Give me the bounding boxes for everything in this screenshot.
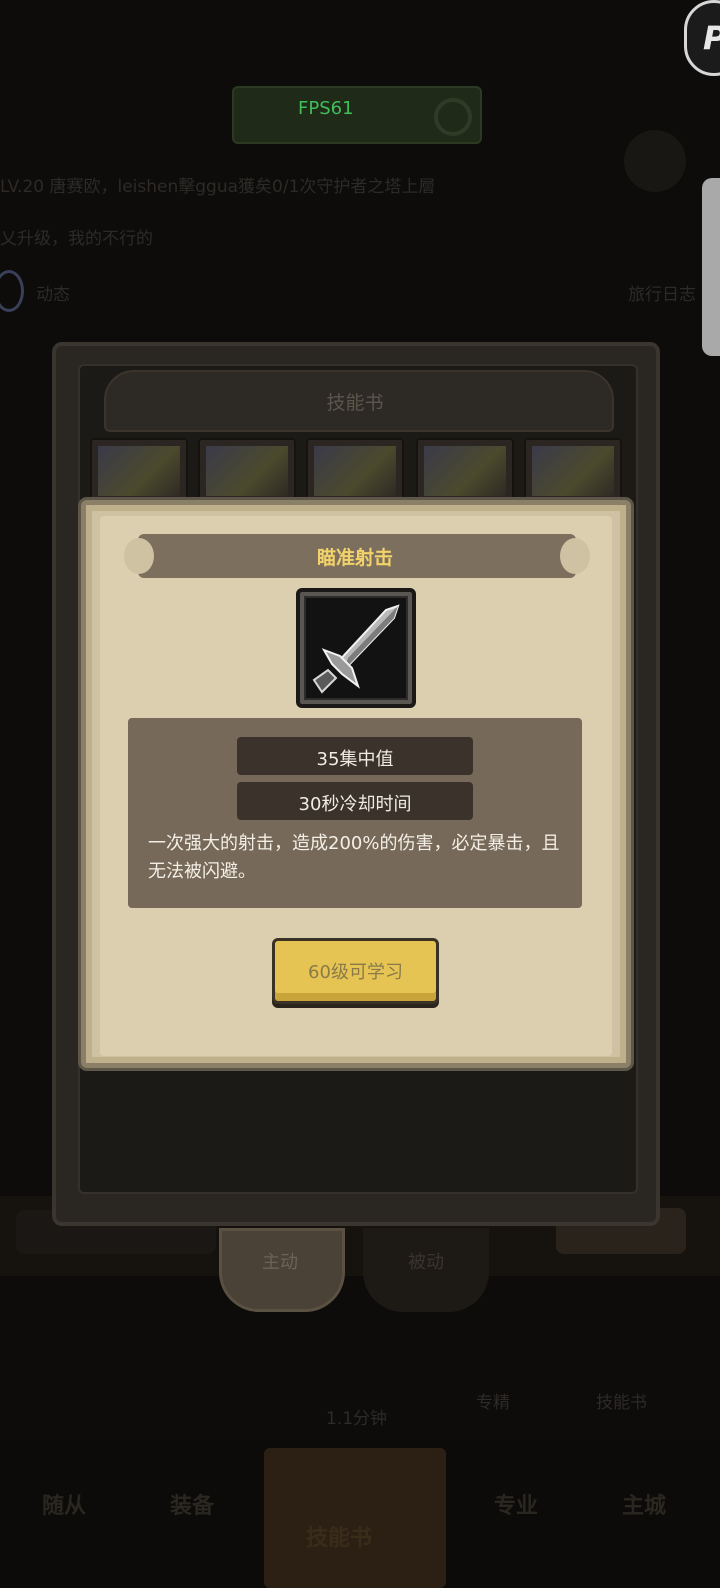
- cooldown-time: 30秒冷却时间: [298, 794, 412, 815]
- tab-passive-label: 被动: [408, 1252, 444, 1273]
- timer-label: 1.1分钟: [326, 1409, 388, 1429]
- travel-log-label: 旅行日志: [628, 285, 696, 305]
- skill-slot[interactable]: [306, 438, 404, 504]
- nav-equipment[interactable]: 装备: [170, 1488, 214, 1520]
- skill-book-shortcut-label: 技能书: [596, 1393, 647, 1413]
- edge-side-tab[interactable]: [702, 178, 720, 356]
- skill-slot[interactable]: [416, 438, 514, 504]
- chat-line-1: LV.20 唐赛欧，leishen擊ggua獲矣0/1次守护者之塔上層: [0, 177, 436, 197]
- nav-followers[interactable]: 随从: [42, 1488, 86, 1520]
- skill-slot[interactable]: [198, 438, 296, 504]
- nav-profession[interactable]: 专业: [494, 1488, 538, 1520]
- gear-icon: [624, 130, 686, 192]
- skill-slot[interactable]: [90, 438, 188, 504]
- specialization-label: 专精: [476, 1393, 510, 1413]
- skill-book-title: 技能书: [326, 392, 384, 414]
- dynamic-label: 动态: [36, 285, 70, 305]
- skill-slot[interactable]: [524, 438, 622, 504]
- chat-line-2: 乂升级，我的不行的: [0, 229, 153, 249]
- fps-counter: FPS61: [298, 98, 354, 119]
- nav-main-city[interactable]: 主城: [622, 1488, 666, 1520]
- nav-center-highlight: [264, 1448, 446, 1588]
- focus-cost: 35集中值: [316, 749, 394, 770]
- nav-skill-book[interactable]: 技能书: [306, 1520, 372, 1552]
- skill-description: 一次强大的射击，造成200%的伤害，必定暴击，且无法被闪避。: [148, 833, 560, 882]
- assistant-badge-letter: P: [703, 19, 720, 57]
- tab-active-label: 主动: [262, 1252, 298, 1273]
- sword-icon: [306, 598, 406, 698]
- skill-name: 瞄准射击: [316, 547, 393, 569]
- learn-button-label: 60级可学习: [308, 962, 403, 983]
- refresh-icon: [434, 98, 472, 136]
